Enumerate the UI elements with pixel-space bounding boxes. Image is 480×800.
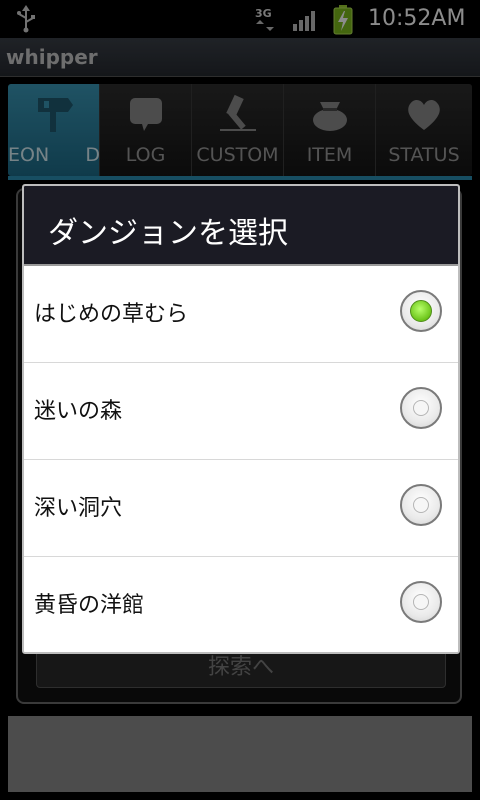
radio-button[interactable] (400, 484, 442, 526)
radio-dot (413, 497, 429, 513)
dungeon-option[interactable]: 深い洞穴 (24, 460, 458, 557)
radio-button[interactable] (400, 581, 442, 623)
option-label: はじめの草むら (34, 302, 189, 327)
radio-button-checked[interactable] (400, 290, 442, 332)
dungeon-option[interactable]: 迷いの森 (24, 363, 458, 460)
radio-button[interactable] (400, 387, 442, 429)
option-label: 迷いの森 (34, 399, 123, 424)
dungeon-option[interactable]: はじめの草むら (24, 266, 458, 363)
option-label: 深い洞穴 (34, 496, 123, 521)
radio-dot (413, 400, 429, 416)
dungeon-option[interactable]: 黄昏の洋館 (24, 557, 458, 652)
radio-dot (410, 300, 432, 322)
dungeon-select-dialog: ダンジョンを選択 はじめの草むら 迷いの森 深い洞穴 黄昏の洋館 (22, 184, 460, 654)
dialog-title: ダンジョンを選択 (48, 216, 288, 251)
option-label: 黄昏の洋館 (34, 593, 145, 618)
radio-dot (413, 594, 429, 610)
dialog-header: ダンジョンを選択 (24, 186, 458, 266)
